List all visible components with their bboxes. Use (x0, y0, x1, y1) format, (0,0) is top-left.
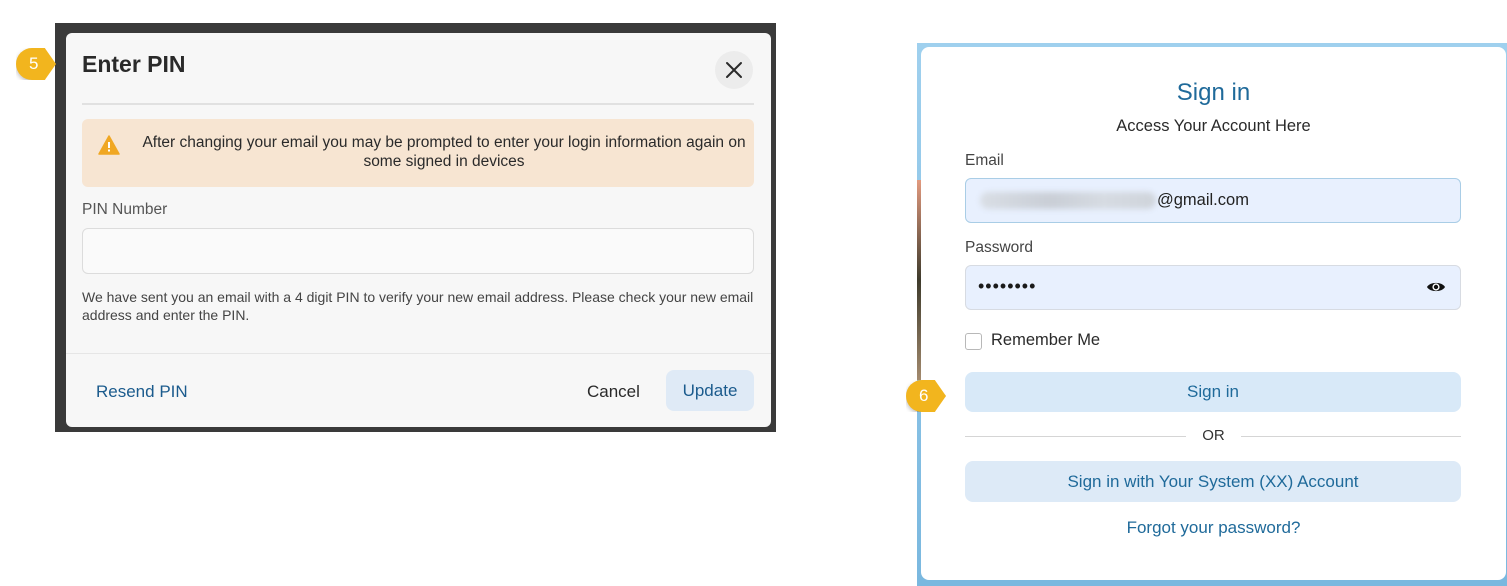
password-label: Password (965, 239, 1034, 256)
password-field[interactable]: •••••••• (965, 265, 1461, 310)
title-divider (82, 103, 754, 105)
footer-divider (66, 353, 771, 354)
sso-signin-button[interactable]: Sign in with Your System (XX) Account (965, 461, 1461, 502)
signin-subtitle: Access Your Account Here (1116, 117, 1311, 135)
or-divider-left (965, 436, 1186, 437)
cancel-button[interactable]: Cancel (587, 382, 640, 402)
close-button[interactable] (715, 51, 753, 89)
email-field[interactable]: @gmail.com (965, 178, 1461, 223)
or-divider-right (1241, 436, 1461, 437)
forgot-password-link[interactable]: Forgot your password? (921, 518, 1506, 538)
warning-text: After changing your email you may be pro… (142, 134, 746, 170)
pin-number-input[interactable] (82, 228, 754, 274)
update-button[interactable]: Update (666, 370, 754, 411)
step-badge-5: 5 (16, 48, 56, 80)
remember-me-checkbox[interactable] (965, 333, 982, 350)
resend-pin-link[interactable]: Resend PIN (96, 382, 188, 402)
or-separator-text: OR (1202, 427, 1225, 444)
email-domain-text: @gmail.com (1157, 191, 1249, 209)
eye-icon[interactable] (1426, 280, 1446, 294)
enter-pin-dialog: Enter PIN After changing your email you … (66, 33, 771, 427)
signin-button[interactable]: Sign in (965, 372, 1461, 412)
signin-title: Sign in (1176, 79, 1251, 106)
email-label: Email (965, 152, 1004, 169)
email-redacted-blur (980, 192, 1156, 209)
warning-triangle-icon (98, 135, 120, 155)
warning-banner: After changing your email you may be pro… (82, 119, 754, 187)
remember-me-label[interactable]: Remember Me (991, 331, 1100, 350)
pin-help-text: We have sent you an email with a 4 digit… (82, 289, 754, 323)
pin-number-label: PIN Number (82, 201, 168, 218)
close-icon (726, 62, 742, 78)
dialog-title: Enter PIN (82, 51, 186, 77)
signin-card: Sign in Access Your Account Here Email @… (921, 47, 1506, 580)
password-masked-value: •••••••• (978, 276, 1037, 296)
